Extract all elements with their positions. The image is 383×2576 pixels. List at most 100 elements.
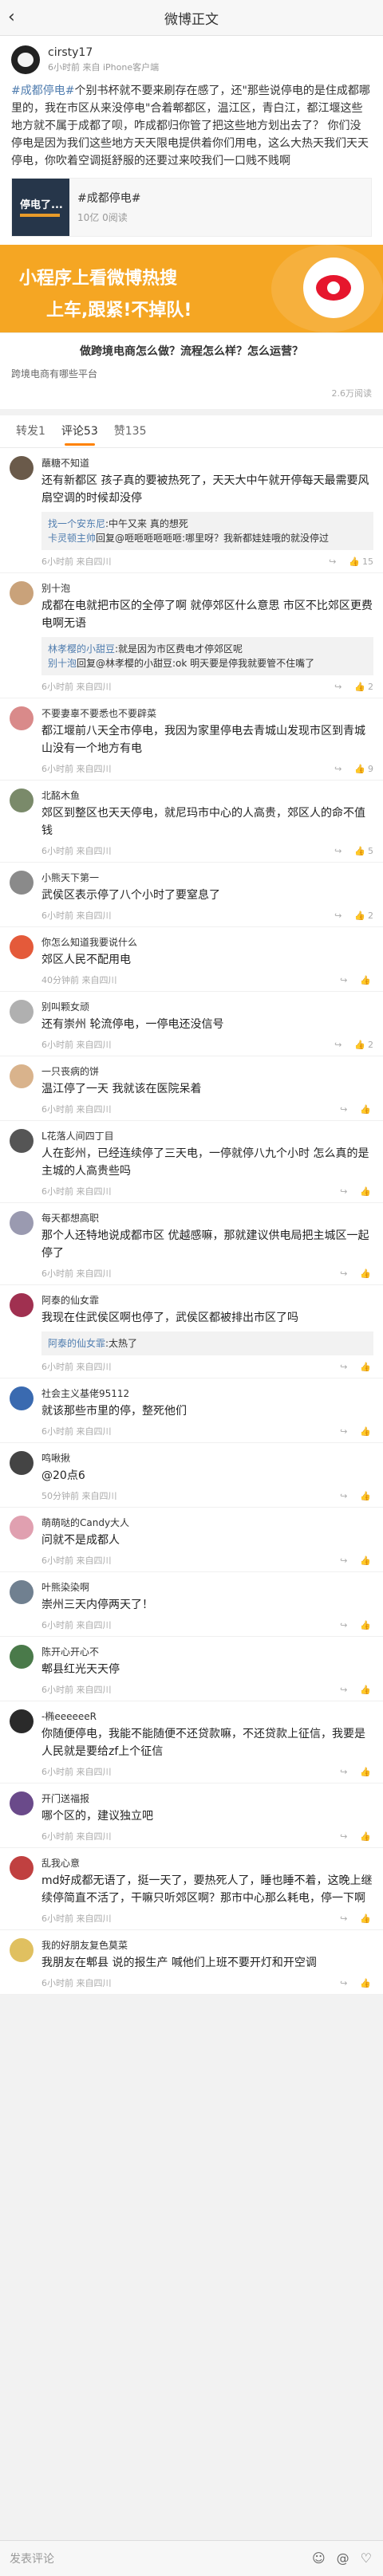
promo-banner[interactable]: 小程序上看微博热搜 上车,跟紧!不掉队! [0, 245, 383, 332]
comment-author[interactable]: 鸣啾揪 [41, 1451, 373, 1465]
avatar[interactable] [10, 706, 34, 730]
comment-item[interactable]: 鸣啾揪 @20点6 50分钟前 来自四川 ↪ 👍 [0, 1443, 383, 1508]
like-button[interactable]: 👍 [360, 1268, 373, 1279]
reply-icon[interactable]: ↪ [340, 1104, 347, 1115]
reply-icon[interactable]: ↪ [340, 975, 347, 985]
like-button[interactable]: 👍 [360, 1978, 373, 1988]
comment-author[interactable]: -椭eeeeeeR [41, 1709, 373, 1724]
comment-author[interactable]: 叶熊染染啊 [41, 1580, 373, 1595]
comment-author[interactable]: 别叫颗女顽 [41, 1000, 373, 1014]
like-button[interactable]: 👍 [360, 1685, 373, 1695]
comment-item[interactable]: 北酩木鱼 郊区到整区也天天停电，就尼玛市中心的人高贵，郊区人的命不值钱 6小时前 来… [0, 781, 383, 863]
reply-icon[interactable]: ↪ [329, 556, 336, 567]
comment-item[interactable]: 每天都想高职 那个人还特地说成都市区 优越感嘛，那就建议供电局把主城区一起停了 6小… [0, 1203, 383, 1285]
avatar[interactable] [10, 1938, 34, 1962]
comment-author[interactable]: 陈开心开心不 [41, 1645, 373, 1659]
like-button[interactable]: 👍 2 [354, 910, 373, 921]
comment-item[interactable]: 别叫颗女顽 还有崇州 轮流停电，一停电还没信号 6小时前 来自四川 ↪ 👍 2 [0, 992, 383, 1056]
like-button[interactable]: 👍 2 [354, 1040, 373, 1050]
like-icon[interactable]: ♡ [361, 2550, 372, 2566]
comment-item[interactable]: 别十泡 成都在电就把市区的全停了啊 就停郊区什么意思 市区不比郊区更费电啊无语 林孝… [0, 573, 383, 698]
avatar[interactable] [10, 456, 34, 480]
comment-author[interactable]: 不要妻辜不要悉也不要辟菜 [41, 706, 373, 721]
comment-author[interactable]: 社会主义基佬95112 [41, 1386, 373, 1401]
reply-icon[interactable]: ↪ [340, 1685, 347, 1695]
tab-like[interactable]: 赞135 [106, 415, 155, 447]
reply-icon[interactable]: ↪ [340, 1620, 347, 1630]
comment-item[interactable]: 你怎么知道我要说什么 郊区人民不配用电 40分钟前 来自四川 ↪ 👍 [0, 927, 383, 992]
back-arrow-icon[interactable]: ‹ [8, 8, 15, 27]
comment-item[interactable]: 陈开心开心不 郫县红光天天停 6小时前 来自四川 ↪ 👍 [0, 1637, 383, 1701]
like-button[interactable]: 👍 [360, 1491, 373, 1501]
reply-icon[interactable]: ↪ [340, 1767, 347, 1777]
comment-item[interactable]: 小熊天下第一 武侯区表示停了八个小时了要窒息了 6小时前 来自四川 ↪ 👍 2 [0, 863, 383, 927]
like-button[interactable]: 👍 [360, 1104, 373, 1115]
comment-author[interactable]: 萌萌哒的Candy大人 [41, 1516, 373, 1530]
reply-icon[interactable]: ↪ [334, 682, 342, 692]
hashtag-link[interactable]: #成都停电# [11, 85, 74, 97]
reply-box[interactable]: 阿泰的仙女霏:太热了 [41, 1331, 373, 1355]
avatar[interactable] [10, 1516, 34, 1540]
comment-item[interactable]: 叶熊染染啊 崇州三天内停两天了！ 6小时前 来自四川 ↪ 👍 [0, 1572, 383, 1637]
like-button[interactable]: 👍 2 [354, 682, 373, 692]
reply-box[interactable]: 找一个安东尼:中午又来 真的想死 卡灵顿主帅回复@咂咂咂咂咂咂:哪里呀？我新都娃娃… [41, 512, 373, 550]
like-button[interactable]: 👍 [360, 1831, 373, 1842]
like-button[interactable]: 👍 [360, 1555, 373, 1566]
comment-item[interactable]: 不要妻辜不要悉也不要辟菜 都江堰前八天全市停电，我因为家里停电去青城山发现市区到青… [0, 698, 383, 781]
avatar[interactable] [10, 1580, 34, 1604]
like-button[interactable]: 👍 5 [354, 846, 373, 856]
reply-icon[interactable]: ↪ [340, 1362, 347, 1372]
avatar[interactable] [10, 1645, 34, 1669]
avatar[interactable] [10, 1000, 34, 1024]
avatar[interactable] [10, 1293, 34, 1317]
avatar[interactable] [10, 871, 34, 895]
reply-icon[interactable]: ↪ [340, 1978, 347, 1988]
reply-author[interactable]: 找一个安东尼 [48, 518, 105, 529]
reply-icon[interactable]: ↪ [340, 1831, 347, 1842]
comment-author[interactable]: 小熊天下第一 [41, 871, 373, 885]
avatar[interactable] [10, 789, 34, 812]
like-button[interactable]: 👍 9 [354, 764, 373, 774]
comment-item[interactable]: 乱我心意 md好成都无语了，挺一天了，要热死人了，睡也睡不着，这晚上继续停简直不活… [0, 1848, 383, 1930]
like-button[interactable]: 👍 [360, 1620, 373, 1630]
at-icon[interactable]: @ [337, 2550, 349, 2566]
comment-item[interactable]: 开门送福报 哪个区的，建议独立吧 6小时前 来自四川 ↪ 👍 [0, 1784, 383, 1848]
avatar[interactable] [10, 935, 34, 959]
comment-author[interactable]: 每天都想高职 [41, 1211, 373, 1225]
reply-author[interactable]: 卡灵顿主帅 [48, 533, 96, 544]
share-card[interactable]: 停电了... #成都停电# 10亿 0阅读 [11, 178, 372, 237]
tab-comment[interactable]: 评论53 [53, 415, 106, 447]
avatar[interactable] [10, 1451, 34, 1475]
reply-author[interactable]: 别十泡 [48, 658, 77, 669]
reply-icon[interactable]: ↪ [334, 910, 342, 921]
avatar[interactable] [10, 1211, 34, 1235]
reply-author[interactable]: 阿泰的仙女霏 [48, 1338, 105, 1349]
comment-item[interactable]: L花落人间四丁目 人在彭州，已经连续停了三天电，一停就停八九个小时 怎么真的是主城… [0, 1121, 383, 1203]
comment-item[interactable]: 我的好朋友复色莫菜 我朋友在郫县 说的报生产 喊他们上班不要开灯和开空调 6小时前 … [0, 1930, 383, 1995]
comment-author[interactable]: 我的好朋友复色莫菜 [41, 1938, 373, 1953]
reply-icon[interactable]: ↪ [340, 1555, 347, 1566]
reply-icon[interactable]: ↪ [340, 1491, 347, 1501]
avatar[interactable] [10, 1129, 34, 1153]
like-button[interactable]: 👍 [360, 1426, 373, 1437]
comment-item[interactable]: 一只丧病的饼 温江停了一天 我就该在医院呆着 6小时前 来自四川 ↪ 👍 [0, 1056, 383, 1121]
avatar[interactable] [10, 1386, 34, 1410]
avatar[interactable] [10, 1856, 34, 1880]
comment-author[interactable]: L花落人间四丁目 [41, 1129, 373, 1143]
comment-author[interactable]: 开门送福报 [41, 1791, 373, 1806]
avatar[interactable] [11, 45, 40, 74]
like-button[interactable]: 👍 15 [349, 556, 373, 567]
comment-item[interactable]: -椭eeeeeeR 你随便停电，我能不能随便不还贷款嘛，不还贷款上征信，我要是人民… [0, 1701, 383, 1784]
avatar[interactable] [10, 1709, 34, 1733]
avatar[interactable] [10, 1791, 34, 1815]
reply-icon[interactable]: ↪ [334, 846, 342, 856]
like-button[interactable]: 👍 [360, 1186, 373, 1197]
like-button[interactable]: 👍 [360, 1913, 373, 1924]
comment-input[interactable]: 发表评论 [10, 2550, 54, 2566]
comment-author[interactable]: 你怎么知道我要说什么 [41, 935, 373, 950]
comment-author[interactable]: 北酩木鱼 [41, 789, 373, 803]
reply-box[interactable]: 林孝樱的小甜豆:就是因为市区费电才停郊区呢 别十泡回复@林孝樱的小甜豆:ok 明天… [41, 637, 373, 675]
avatar[interactable] [10, 581, 34, 605]
comment-item[interactable]: 萌萌哒的Candy大人 问就不是成都人 6小时前 来自四川 ↪ 👍 [0, 1508, 383, 1572]
tab-repost[interactable]: 转发1 [8, 415, 53, 447]
